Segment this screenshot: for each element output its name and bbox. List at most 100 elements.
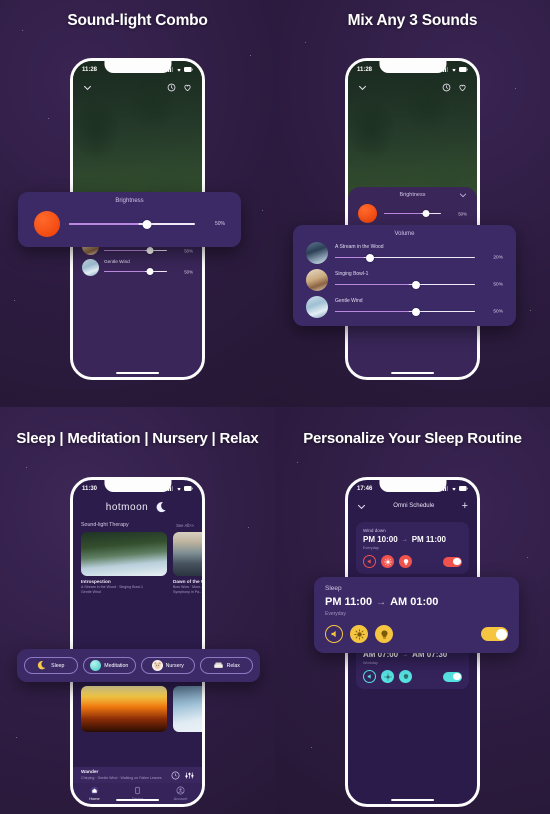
brightness-callout-card: Brightness 50% [18,192,241,247]
sun-icon[interactable] [350,625,368,643]
sun-icon[interactable] [381,555,394,568]
brightness-slider[interactable]: 50% [384,209,467,218]
heart-icon[interactable] [458,83,467,92]
schedule-repeat: Everyday [363,546,379,550]
tab-account[interactable]: Account [159,786,202,801]
categories-callout-card: Sleep Meditation Nursery Relax [17,649,260,682]
sound-name: Gentle Wind [104,259,130,264]
add-schedule-button[interactable]: + [462,500,468,512]
brightness-label: Brightness [115,198,144,204]
card-subtitle: Bow Wow · Morn... Symphony in Pa... [173,585,204,595]
card-subtitle: A Stream in the Wood · Singing Bowl-1 Ge… [81,585,144,595]
category-pill-sleep[interactable]: Sleep [24,657,78,674]
home-indicator [390,371,435,374]
light-icon[interactable] [375,625,393,643]
speaker-icon[interactable] [363,670,376,683]
hero-toolbar [348,79,477,95]
category-label: Meditation [104,662,129,669]
card-thumbnail [173,532,202,576]
wifi-icon [451,487,456,491]
heart-icon[interactable] [183,83,192,92]
media-card[interactable]: Free [173,686,202,732]
light-icon[interactable] [399,555,412,568]
volume-value: 20% [493,255,503,260]
phone-notch [378,480,447,492]
sound-name: Singing Bowl-1 [335,271,369,277]
battery-icon [459,67,468,72]
quadrant-sleep-routine: Personalize Your Sleep Routine 17:46 Omn… [275,407,550,814]
timer-icon[interactable] [167,83,176,92]
volume-slider[interactable]: 50% [335,307,503,316]
chevron-down-icon[interactable] [358,83,367,92]
light-color-swatch[interactable] [34,211,60,237]
light-color-swatch[interactable] [358,204,377,223]
schedule-name: Wind down [363,528,386,533]
media-card[interactable] [81,686,167,732]
meditation-icon [90,660,102,671]
volume-label: Volume [394,231,415,237]
wifi-icon [451,68,456,72]
sound-name: Gentle Wind [335,298,363,304]
home-indicator [115,798,160,801]
brand-logo: hotmoon [105,501,149,513]
volume-row: Gentle Wind 50% [73,255,202,276]
light-icon[interactable] [399,670,412,683]
bear-icon [151,660,163,671]
schedule-end: PM 11:00 [411,535,446,544]
status-time: 17:46 [357,485,373,492]
now-playing-bar[interactable]: Wander Chirping · Gentle Wind · Walking … [73,767,202,783]
quadrant-title: Sound-light Combo [67,12,208,29]
account-icon [176,786,185,795]
schedule-repeat: Workday [363,661,378,665]
volume-row: Singing Bowl-1 50% [293,264,516,291]
timer-icon[interactable] [171,771,180,780]
speaker-icon[interactable] [325,625,343,643]
category-pill-nursery[interactable]: Nursery [141,657,195,674]
section-title: Sound-light Therapy [81,522,129,528]
schedule-card[interactable]: Wind down PM 10:00 → PM 11:00 Everyday [356,522,469,574]
media-card[interactable]: Dawn of the W... Bow Wow · Morn... Symph… [173,532,205,595]
volume-slider[interactable]: 50% [104,246,193,255]
chevron-down-icon[interactable] [357,502,366,511]
volume-slider[interactable]: 50% [104,267,193,276]
arrow-icon: → [401,536,408,543]
battery-icon [184,486,193,491]
chevron-down-icon[interactable] [459,191,467,199]
tab-home[interactable]: Home [73,786,116,801]
schedule-toggle[interactable] [443,556,462,567]
card-title: Dawn of the W... [173,579,205,584]
schedule-toggle[interactable] [481,627,508,641]
volume-slider[interactable]: 20% [335,253,503,262]
home-icon [90,787,99,795]
speaker-icon[interactable] [363,555,376,568]
moon-icon [156,501,166,512]
brightness-value: 50% [458,211,467,216]
sleep-schedule-callout-card[interactable]: Sleep PM 11:00 → AM 01:00 Everyday [314,577,519,653]
equalizer-icon[interactable] [185,771,194,780]
volume-value: 50% [184,269,193,274]
media-card[interactable]: Introspection A Stream in the Wood · Sin… [81,532,167,595]
phone-notch [103,61,172,73]
status-time: 11:28 [82,66,98,73]
phone-mockup-3: 11:30 hotmoon Sound-light Therapy See Al… [70,477,205,807]
sun-icon[interactable] [381,670,394,683]
home-indicator [390,798,435,801]
brightness-slider[interactable]: 50% [69,219,225,230]
volume-value: 50% [493,282,503,287]
schedule-toggle[interactable] [443,671,462,682]
volume-row: A Stream in the Wood 20% [293,237,516,264]
volume-slider[interactable]: 50% [335,280,503,289]
category-pill-relax[interactable]: Relax [199,657,253,674]
card-thumbnail [81,532,167,576]
phone-notch [103,480,172,492]
card-row: Introspection A Stream in the Wood · Sin… [73,528,202,595]
category-pill-meditation[interactable]: Meditation [82,657,136,674]
status-time: 11:30 [82,485,98,492]
wifi-icon [176,487,181,491]
schedule-end: AM 01:00 [390,596,439,608]
timer-icon[interactable] [442,83,451,92]
quadrant-mix-any-3-sounds: Mix Any 3 Sounds 11:28 Introspectio [275,0,550,407]
brightness-value: 50% [214,221,225,227]
see-all-link[interactable]: See All>> [176,523,194,528]
chevron-down-icon[interactable] [83,83,92,92]
